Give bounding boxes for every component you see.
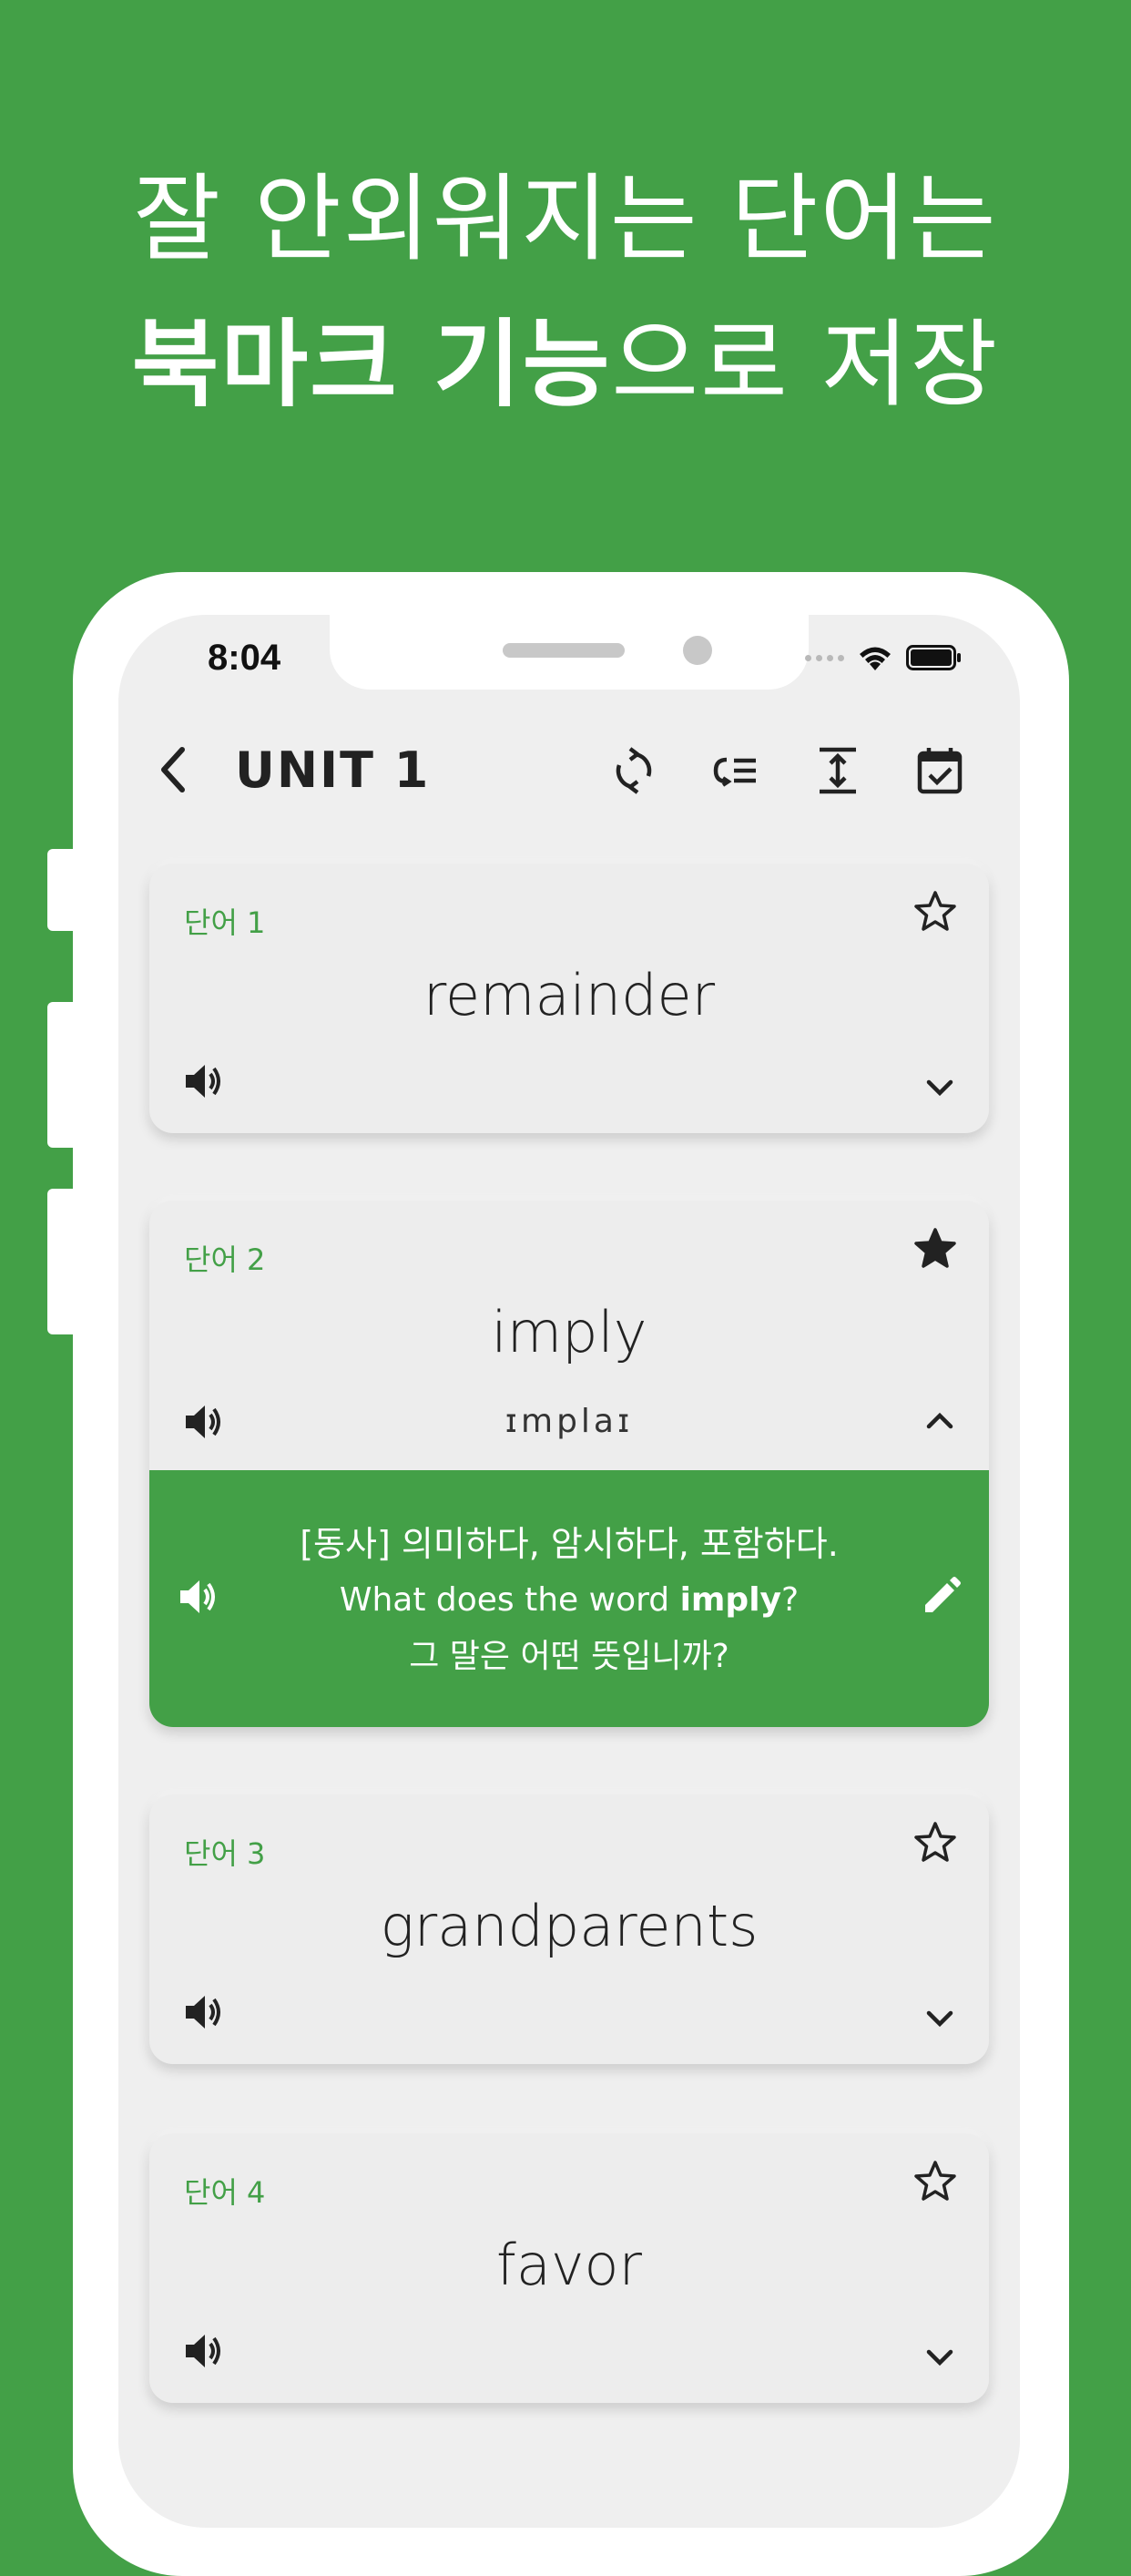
- edit-pencil-icon[interactable]: [918, 1574, 963, 1620]
- chevron-up-icon[interactable]: [922, 1403, 958, 1439]
- wifi-icon: [860, 647, 891, 670]
- example-sentence: What does the word imply?: [339, 1581, 800, 1619]
- notch-camera: [683, 636, 712, 665]
- promo-headline: 잘 안외워지는 단어는 북마크 기능으로 저장: [0, 146, 1131, 437]
- phone-mute-switch: [47, 849, 75, 931]
- calendar-check-icon[interactable]: [914, 745, 965, 796]
- word-meaning: [동사] 의미하다, 암시하다, 포함하다.: [300, 1524, 839, 1564]
- back-icon[interactable]: [155, 742, 191, 797]
- headline-rest-text: 으로 저장: [611, 309, 1000, 420]
- pronounce-speaker-icon[interactable]: [180, 1058, 226, 1104]
- word-detail-panel: [동사] 의미하다, 암시하다, 포함하다. What does the wor…: [149, 1470, 989, 1727]
- word-number-label: 단어 3: [184, 1836, 266, 1871]
- battery-icon: [906, 645, 961, 670]
- expand-vertical-icon[interactable]: [812, 745, 863, 796]
- phone-volume-down-button: [47, 1189, 75, 1334]
- vocab-word: grandparents: [380, 1893, 759, 1959]
- word-card[interactable]: 단어 3 grandparents: [149, 1794, 989, 2064]
- word-card-expanded[interactable]: 단어 2 imply ɪmplaɪ [동사] 의미하다, 암시하다, 포함하다.…: [149, 1201, 989, 1727]
- signal-dots-icon: [805, 654, 844, 661]
- top-nav-bar: UNIT 1: [118, 729, 1020, 811]
- vocab-word: remainder: [423, 962, 716, 1028]
- chevron-down-icon[interactable]: [922, 2000, 958, 2037]
- vocab-word: imply: [491, 1299, 647, 1365]
- sort-list-icon[interactable]: [710, 745, 761, 796]
- chevron-down-icon[interactable]: [922, 2339, 958, 2376]
- bookmark-star-outline-icon[interactable]: [912, 1820, 958, 1866]
- headline-bold-text: 북마크 기능: [131, 309, 612, 420]
- phonetic-text: ɪmplaɪ: [504, 1403, 634, 1440]
- phone-volume-up-button: [47, 1002, 75, 1148]
- example-translation: 그 말은 어떤 뜻입니까?: [409, 1638, 729, 1675]
- chevron-down-icon[interactable]: [922, 1069, 958, 1106]
- word-card[interactable]: 단어 1 remainder: [149, 864, 989, 1133]
- vocab-word: favor: [496, 2232, 642, 2298]
- word-card[interactable]: 단어 4 favor: [149, 2133, 989, 2403]
- refresh-icon[interactable]: [608, 745, 659, 796]
- bookmark-star-outline-icon[interactable]: [912, 889, 958, 935]
- example-speaker-icon[interactable]: [175, 1574, 220, 1620]
- status-indicators: [805, 643, 963, 672]
- pronounce-speaker-icon[interactable]: [180, 1989, 226, 2035]
- page-title: UNIT 1: [235, 741, 431, 799]
- word-number-label: 단어 4: [184, 2175, 266, 2210]
- example-highlight-word: imply: [679, 1581, 782, 1619]
- status-time: 8:04: [208, 638, 281, 678]
- word-number-label: 단어 1: [184, 905, 266, 940]
- pronounce-speaker-icon[interactable]: [180, 2328, 226, 2374]
- headline-line-1: 잘 안외워지는 단어는: [133, 163, 998, 274]
- bookmark-star-filled-icon[interactable]: [912, 1226, 958, 1272]
- notch-speaker: [503, 643, 625, 658]
- bookmark-star-outline-icon[interactable]: [912, 2159, 958, 2204]
- word-number-label: 단어 2: [184, 1242, 266, 1277]
- headline-line-2: 북마크 기능으로 저장: [0, 291, 1131, 437]
